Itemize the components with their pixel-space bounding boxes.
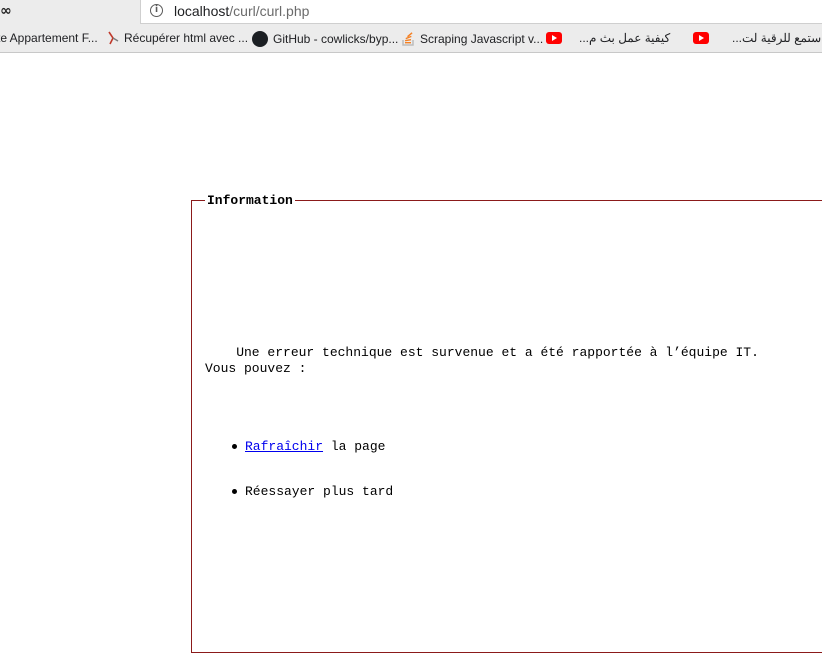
github-icon (252, 31, 268, 47)
address-bar[interactable]: i localhost/curl/curl.php (140, 0, 822, 24)
bookmark-recuperer-html[interactable]: Récupérer html avec ... (107, 31, 248, 45)
bookmark-scraping[interactable]: Scraping Javascript v... (401, 31, 543, 46)
youtube-icon (546, 32, 562, 44)
url-path: /curl/curl.php (229, 3, 310, 19)
url-host: localhost (174, 3, 230, 19)
retry-later-text: Réessayer plus tard (245, 484, 394, 499)
list-item-refresh: Rafraîchir la page (232, 439, 385, 454)
bookmark-label: Récupérer html avec ... (124, 31, 249, 45)
bookmark-label: Scraping Javascript v... (420, 31, 544, 46)
refresh-rest-text: la page (323, 439, 386, 454)
stackoverflow-icon (402, 32, 414, 46)
bullet (232, 444, 237, 449)
list-item-retry: Réessayer plus tard (232, 484, 393, 499)
bookmark-label: استمع للرقية لت... (732, 31, 822, 45)
infinity-icon[interactable]: ∞ (0, 3, 12, 19)
url-text[interactable]: localhost/curl/curl.php (174, 3, 309, 19)
fieldset-legend: Information (207, 193, 293, 208)
bookmark-github[interactable]: GitHub - cowlicks/byp... (252, 31, 398, 47)
bookmark-youtube-2[interactable]: استمع للرقية لت... (693, 31, 822, 45)
site-info-icon[interactable]: i (150, 4, 163, 17)
bookmark-label: كيفية عمل بث م... (579, 31, 671, 45)
chrome-divider (0, 52, 822, 53)
bookmark-label: te Appartement F... (0, 31, 98, 45)
refresh-link[interactable]: Rafraîchir (245, 439, 323, 454)
error-message-line2: Vous pouvez : (205, 361, 307, 376)
bookmark-appartement[interactable]: te Appartement F... (0, 31, 98, 45)
bookmarks-bar: te Appartement F... Récupérer html avec … (0, 28, 822, 52)
browser-chrome: ∞ i localhost/curl/curl.php te Apparteme… (0, 0, 822, 53)
youtube-icon (693, 32, 709, 44)
bullet (232, 489, 237, 494)
error-message: Une erreur technique est survenue et a é… (205, 345, 805, 377)
error-message-line1: Une erreur technique est survenue et a é… (205, 345, 759, 360)
information-fieldset: Information Une erreur technique est sur… (191, 193, 822, 653)
bookmark-label: GitHub - cowlicks/byp... (273, 32, 399, 46)
bookmark-youtube-1[interactable]: كيفية عمل بث م... (546, 31, 670, 45)
pen-icon (108, 31, 119, 45)
